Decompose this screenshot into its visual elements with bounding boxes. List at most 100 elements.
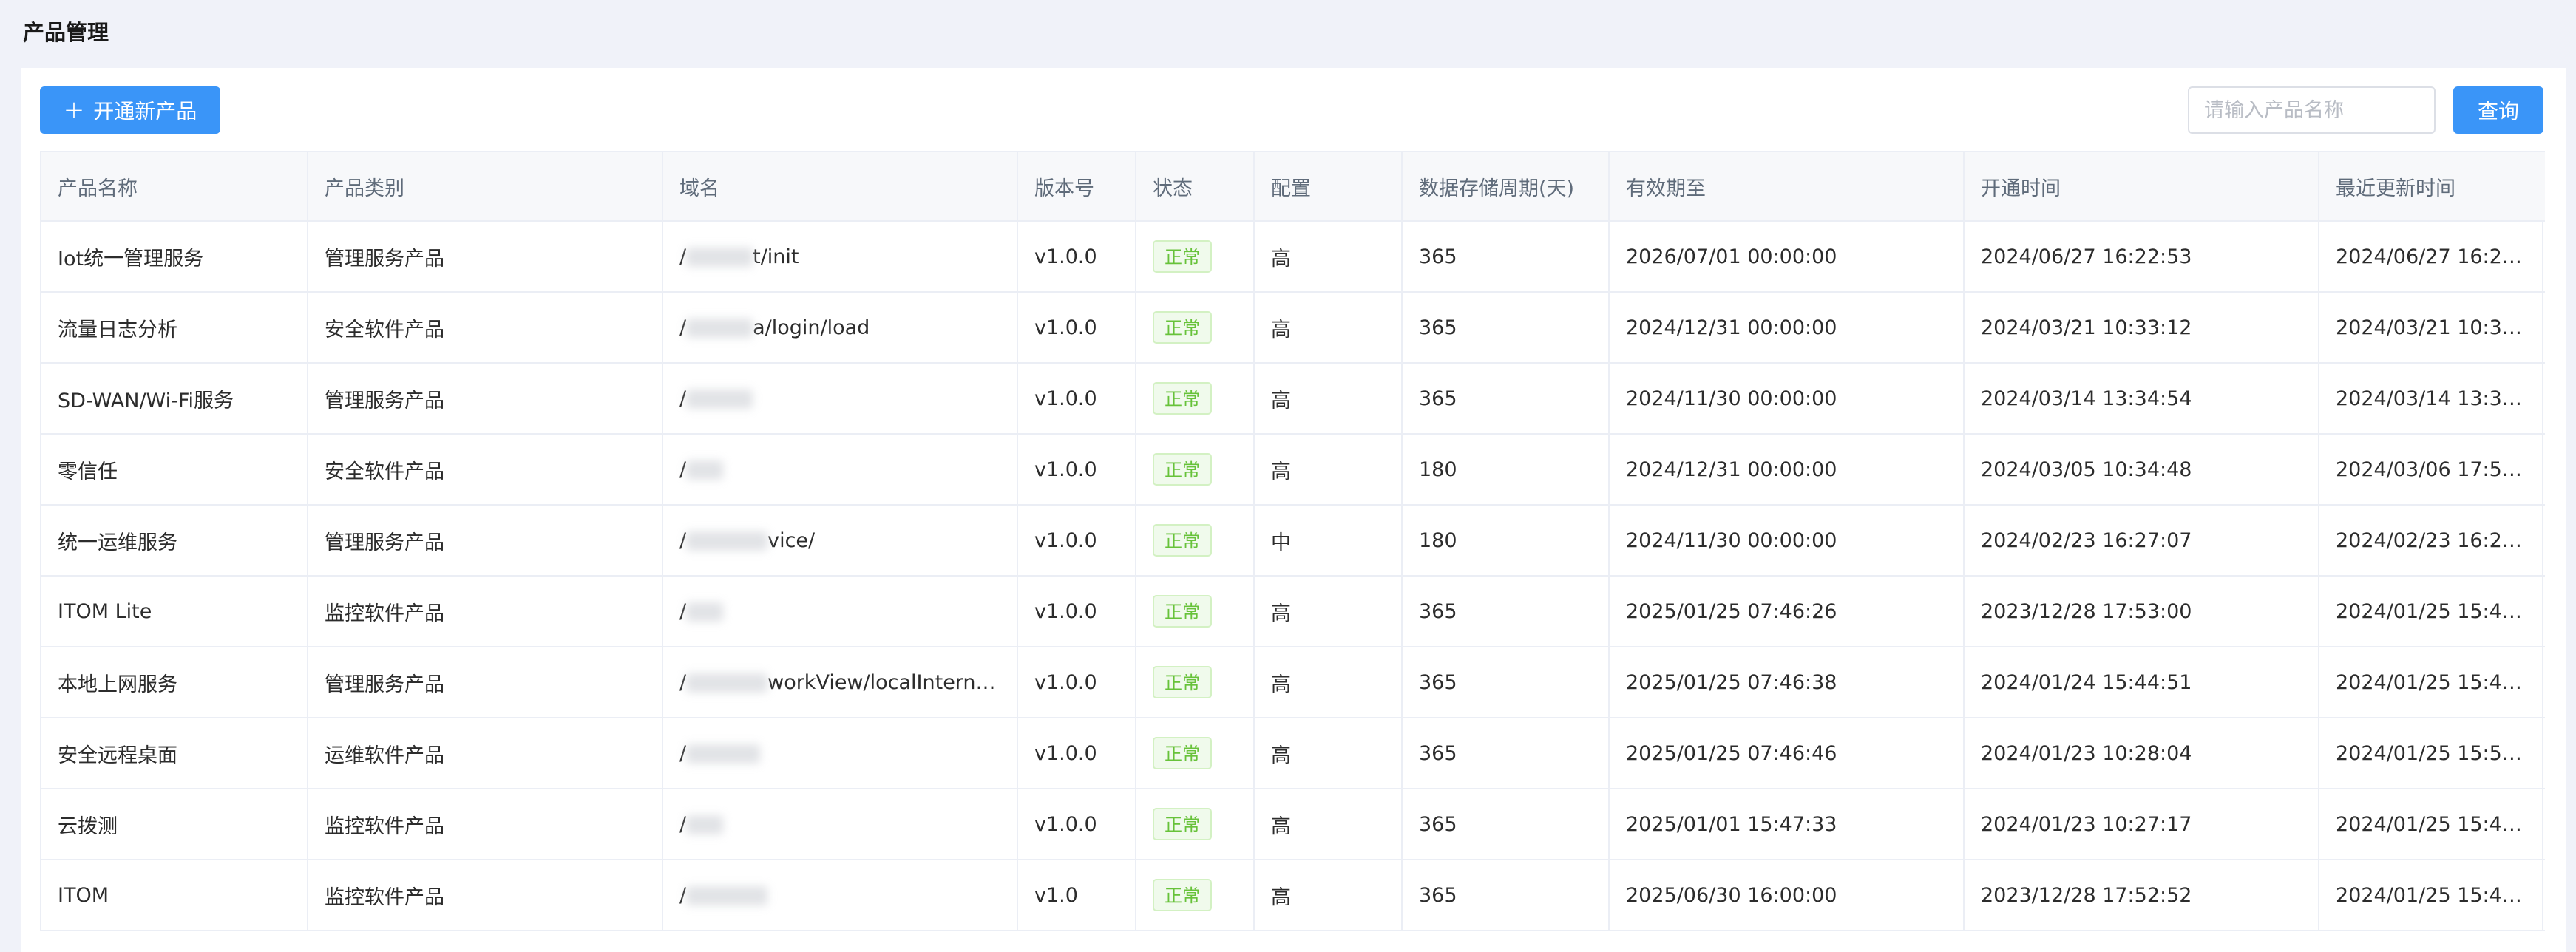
cell-config: 高	[1254, 860, 1403, 931]
table-row[interactable]: 本地上网服务 管理服务产品 / workView/localInternet… v1.0…	[41, 647, 2545, 718]
cell-status: 正常	[1136, 647, 1255, 718]
redacted-domain	[686, 673, 768, 693]
cell-category: 监控软件产品	[308, 576, 663, 647]
cell-updated: 2024/01/25 15:49:43	[2319, 576, 2545, 647]
cell-category: 管理服务产品	[308, 221, 663, 293]
redacted-domain	[686, 886, 768, 905]
cell-product-name: ITOM	[41, 860, 308, 931]
cell-expires: 2026/07/01 00:00:00	[1609, 221, 1965, 293]
cell-opened: 2024/06/27 16:22:53	[1964, 221, 2319, 293]
add-product-button[interactable]: + 开通新产品	[40, 86, 220, 134]
cell-status: 正常	[1136, 292, 1255, 364]
redacted-domain	[686, 248, 753, 267]
cell-retention: 365	[1402, 221, 1610, 293]
cell-config: 高	[1254, 789, 1403, 860]
cell-opened: 2023/12/28 17:52:52	[1964, 860, 2319, 931]
domain-prefix: /	[679, 812, 687, 836]
redacted-domain	[686, 390, 753, 409]
table-row[interactable]: 流量日志分析 安全软件产品 / a/login/load v1.0.0 正常高 365 202…	[41, 292, 2545, 364]
cell-product-name: 流量日志分析	[41, 292, 308, 364]
cell-retention: 365	[1402, 647, 1610, 718]
domain-suffix: vice/	[767, 528, 816, 552]
cell-config: 中	[1254, 505, 1403, 577]
cell-retention: 365	[1402, 363, 1610, 435]
cell-expires: 2024/12/31 00:00:00	[1609, 434, 1965, 506]
cell-updated: 2024/03/21 10:33:12	[2319, 292, 2545, 364]
cell-version: v1.0.0	[1017, 292, 1136, 364]
status-badge: 正常	[1153, 524, 1212, 557]
cell-updated: 2024/03/14 13:34:54	[2319, 363, 2545, 435]
cell-version: v1.0.0	[1017, 505, 1136, 577]
cell-opened: 2024/03/14 13:34:54	[1964, 363, 2319, 435]
cell-retention: 365	[1402, 292, 1610, 364]
status-badge: 正常	[1153, 382, 1212, 415]
cell-product-name: 统一运维服务	[41, 505, 308, 577]
column-header-updated: 最近更新时间	[2319, 151, 2545, 222]
cell-expires: 2024/12/31 00:00:00	[1609, 292, 1965, 364]
cell-config: 高	[1254, 221, 1403, 293]
cell-product-name: 安全远程桌面	[41, 718, 308, 789]
cell-retention: 180	[1402, 434, 1610, 506]
cell-version: v1.0.0	[1017, 221, 1136, 293]
cell-product-name: SD-WAN/Wi-Fi服务	[41, 363, 308, 435]
domain-prefix: /	[679, 387, 687, 410]
cell-expires: 2024/11/30 00:00:00	[1609, 505, 1965, 577]
cell-config: 高	[1254, 718, 1403, 789]
cell-expires: 2025/01/25 07:46:38	[1609, 647, 1965, 718]
domain-prefix: /	[679, 528, 687, 552]
cell-config: 高	[1254, 434, 1403, 506]
cell-opened: 2024/01/23 10:28:04	[1964, 718, 2319, 789]
table-row[interactable]: 安全远程桌面 运维软件产品 / v1.0.0 正常 高 365 2025/01/25 07:4…	[41, 718, 2545, 789]
cell-version: v1.0.0	[1017, 718, 1136, 789]
cell-retention: 180	[1402, 505, 1610, 577]
add-product-label: 开通新产品	[93, 99, 197, 123]
domain-prefix: /	[679, 670, 687, 694]
cell-domain: / vice/	[662, 505, 1018, 577]
domain-suffix: workView/localInternet…	[767, 670, 1016, 694]
cell-domain: /	[662, 789, 1018, 860]
cell-category: 管理服务产品	[308, 505, 663, 577]
cell-updated: 2024/01/25 15:49:35	[2319, 860, 2545, 931]
cell-expires: 2025/01/25 07:46:46	[1609, 718, 1965, 789]
cell-version: v1.0.0	[1017, 789, 1136, 860]
table-row[interactable]: 统一运维服务 管理服务产品 / vice/v1.0.0 正常 中 180 2024/11/30…	[41, 505, 2545, 577]
cell-version: v1.0.0	[1017, 434, 1136, 506]
domain-prefix: /	[679, 599, 687, 623]
cell-config: 高	[1254, 576, 1403, 647]
product-name-search-input[interactable]	[2188, 86, 2436, 134]
column-header-opened: 开通时间	[1964, 151, 2319, 222]
cell-opened: 2024/01/24 15:44:51	[1964, 647, 2319, 718]
status-badge: 正常	[1153, 666, 1212, 698]
table-row[interactable]: ITOM 监控软件产品 / v1.0 正常 高 365 2025/06/30 16:00:00…	[41, 860, 2545, 931]
table-row[interactable]: ITOM Lite 监控软件产品 / v1.0.0 正常 高 365 2025/01/25 0…	[41, 576, 2545, 647]
plus-icon: +	[63, 95, 85, 125]
product-table: 产品名称 产品类别 域名 版本号 状态 配置 数据存储周期(天) 有效期至 开通…	[40, 151, 2545, 931]
cell-domain: / a/login/load	[662, 292, 1018, 364]
query-button[interactable]: 查询	[2453, 86, 2543, 134]
cell-domain: /	[662, 434, 1018, 506]
cell-domain: /	[662, 860, 1018, 931]
cell-expires: 2024/11/30 00:00:00	[1609, 363, 1965, 435]
cell-version: v1.0.0	[1017, 647, 1136, 718]
cell-product-name: ITOM Lite	[41, 576, 308, 647]
column-header-status: 状态	[1136, 151, 1255, 222]
cell-product-name: 本地上网服务	[41, 647, 308, 718]
cell-updated: 2024/02/23 16:27:07	[2319, 505, 2545, 577]
table-row[interactable]: 云拨测 监控软件产品 / v1.0.0 正常 高 365 2025/01/01 15:47:3…	[41, 789, 2545, 860]
cell-category: 管理服务产品	[308, 363, 663, 435]
cell-updated: 2024/06/27 16:22:53	[2319, 221, 2545, 293]
cell-opened: 2024/01/23 10:27:17	[1964, 789, 2319, 860]
table-row[interactable]: SD-WAN/Wi-Fi服务 管理服务产品 / v1.0.0 正常 高 365 2024/11…	[41, 363, 2545, 435]
domain-prefix: /	[679, 741, 687, 765]
domain-suffix: a/login/load	[753, 316, 870, 339]
domain-prefix: /	[679, 883, 687, 907]
cell-domain: /	[662, 718, 1018, 789]
cell-status: 正常	[1136, 860, 1255, 931]
table-row[interactable]: 零信任 安全软件产品 / v1.0.0 正常 高 180 2024/12/31 00:00:0…	[41, 434, 2545, 506]
table-row[interactable]: Iot统一管理服务 管理服务产品 / t/init v1.0.0 正常 高 365 2026/0…	[41, 221, 2545, 293]
status-badge: 正常	[1153, 879, 1212, 911]
column-header-retention: 数据存储周期(天)	[1402, 151, 1610, 222]
cell-category: 管理服务产品	[308, 647, 663, 718]
redacted-domain	[686, 815, 724, 834]
cell-status: 正常	[1136, 718, 1255, 789]
